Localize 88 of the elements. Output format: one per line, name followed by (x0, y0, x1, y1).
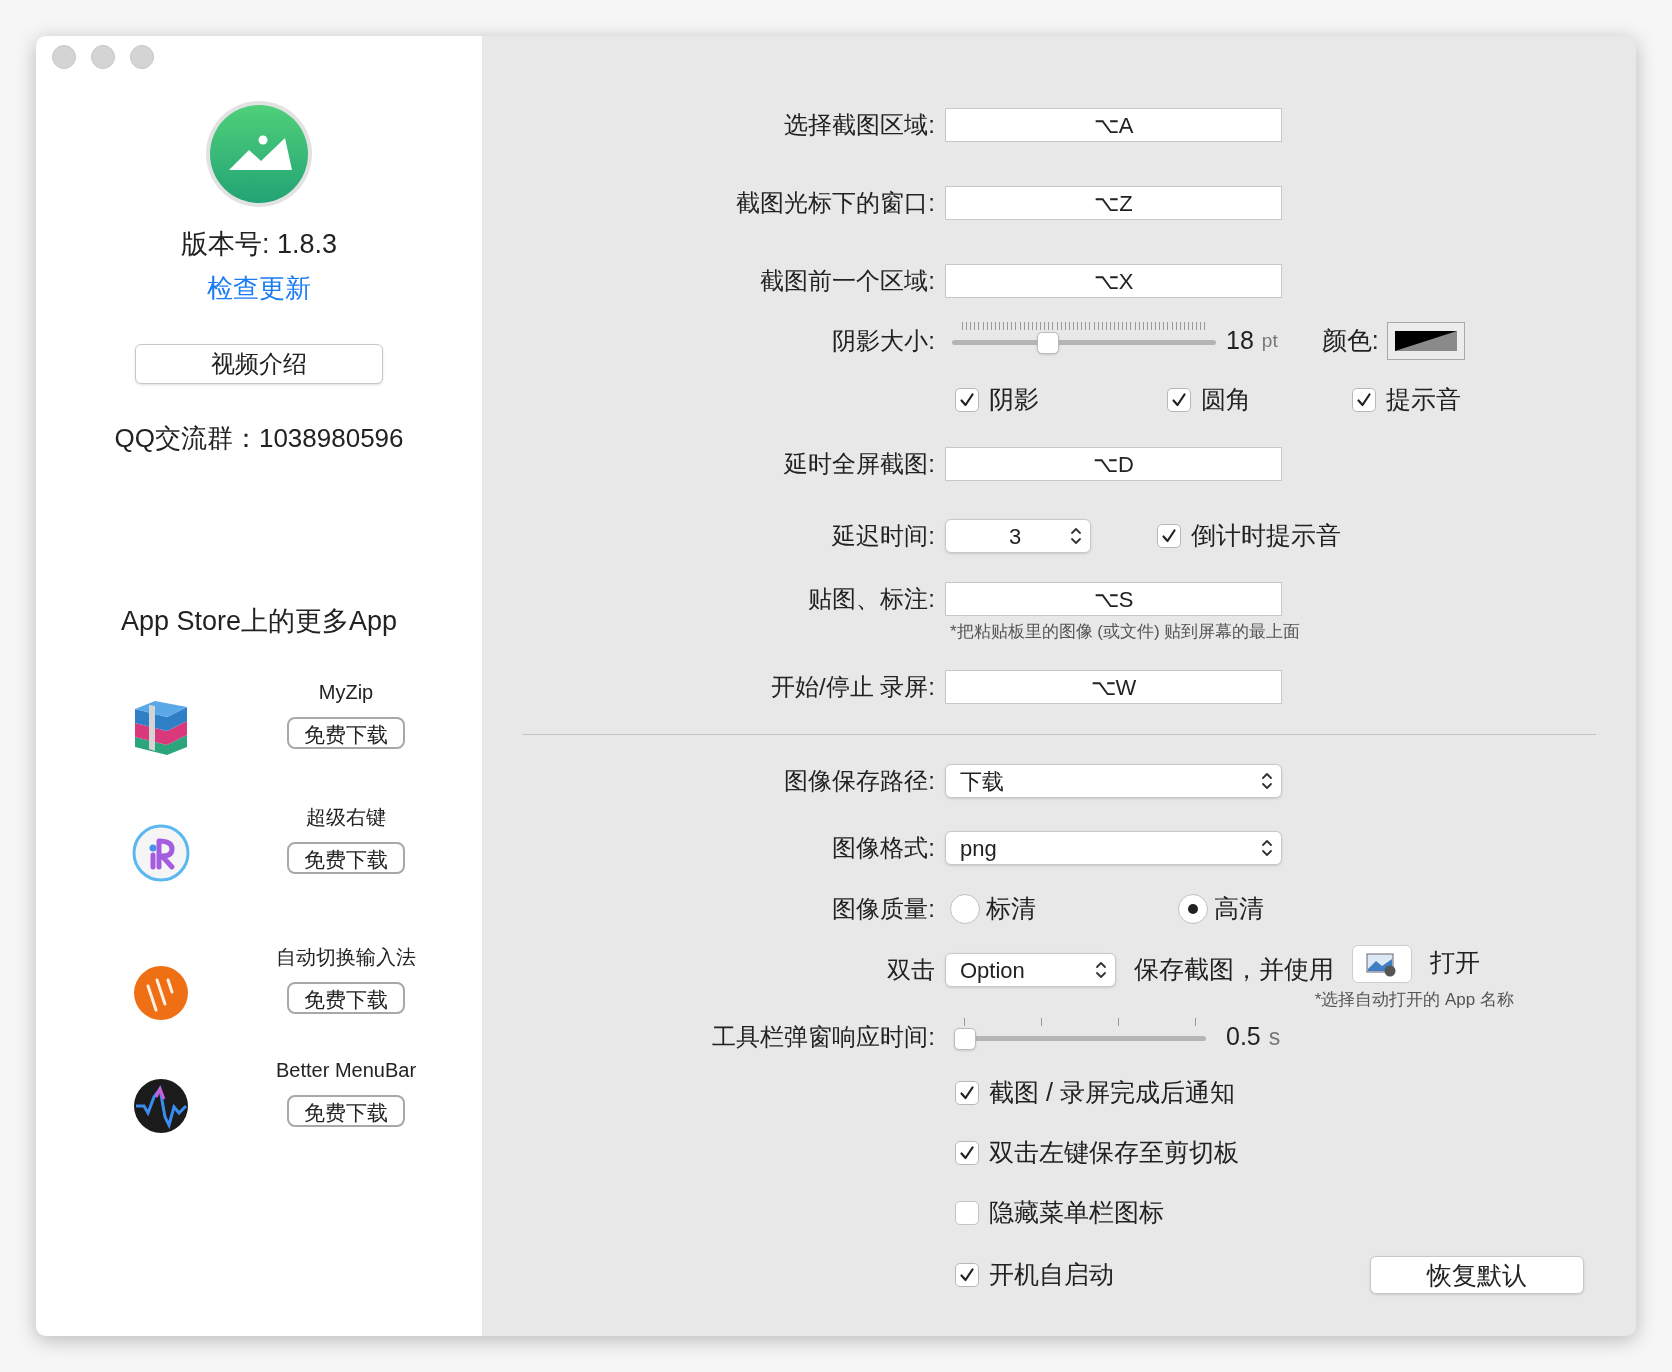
checkbox[interactable] (955, 1201, 979, 1225)
setting-label: 图像质量: (832, 894, 935, 924)
slider-value: 18 (1226, 325, 1254, 357)
setting-label: 图像格式: (832, 833, 935, 863)
download-button[interactable]: 免费下载 (287, 982, 405, 1014)
checkbox[interactable] (955, 1081, 979, 1105)
shortcut-field[interactable]: ⌥S (945, 582, 1282, 616)
setting-label: 选择截图区域: (784, 110, 935, 140)
checkmark-icon (959, 1267, 975, 1283)
setting-label: 双击 (887, 955, 935, 985)
slider-thumb[interactable] (1036, 332, 1059, 354)
checkmark-icon (1161, 528, 1177, 544)
shortcut-field[interactable]: ⌥W (945, 670, 1282, 704)
unit-label: s (1268, 1022, 1281, 1052)
setting-label: 颜色: (1321, 325, 1379, 357)
checkbox[interactable] (1167, 388, 1191, 412)
app-name: MyZip (318, 680, 374, 705)
setting-label: 贴图、标注: (808, 584, 935, 614)
round-app-icon (132, 964, 190, 1022)
unit-label: pt (1261, 328, 1278, 353)
app-name: 超级右键 (306, 805, 386, 830)
preview-app-icon (1366, 951, 1398, 977)
checkbox-label: 倒计时提示音 (1191, 520, 1341, 552)
slider[interactable] (952, 320, 1216, 354)
modifier-select[interactable]: Option (945, 953, 1116, 987)
version-text: 版本号: 1.8.3 (180, 228, 338, 261)
setting-label: 阴影大小: (832, 326, 935, 356)
reset-button[interactable]: 恢复默认 (1370, 1256, 1584, 1294)
app-name: Better MenuBar (275, 1058, 417, 1083)
setting-label: 图像保存路径: (784, 766, 935, 796)
color-well[interactable] (1386, 322, 1465, 360)
qq-group-text: QQ交流群：1038980596 (114, 421, 404, 455)
slider-thumb[interactable] (954, 1028, 976, 1050)
checkbox-label: 隐藏菜单栏图标 (989, 1197, 1164, 1229)
round-app-icon (132, 824, 190, 882)
updown-icon (1095, 960, 1107, 980)
setting-label: 工具栏弹窗响应时间: (712, 1022, 935, 1052)
setting-label: 延时全屏截图: (784, 449, 935, 479)
shortcut-field[interactable]: ⌥Z (945, 186, 1282, 220)
updown-icon (1261, 771, 1273, 791)
checkbox[interactable] (1157, 524, 1181, 548)
setting-text: 保存截图，并使用 (1134, 954, 1334, 986)
checkmark-icon (1356, 392, 1372, 408)
more-apps-title: App Store上的更多App (120, 604, 398, 638)
hint-text: *把粘贴板里的图像 (或文件) 贴到屏幕的最上面 (950, 621, 1302, 643)
checkbox[interactable] (1352, 388, 1376, 412)
checkbox-label: 双击左键保存至剪切板 (989, 1137, 1239, 1169)
radio-button[interactable] (1178, 894, 1208, 924)
radio-button[interactable] (950, 894, 980, 924)
checkmark-icon (959, 392, 975, 408)
shortcut-field[interactable]: ⌥X (945, 264, 1282, 298)
download-button[interactable]: 免费下载 (287, 717, 405, 749)
shortcut-field[interactable]: ⌥D (945, 447, 1282, 481)
setting-label: 延迟时间: (832, 521, 935, 551)
waveform-app-icon (132, 1077, 190, 1135)
app-picker-button[interactable] (1352, 945, 1412, 983)
checkmark-icon (1171, 392, 1187, 408)
radio-label: 标清 (986, 893, 1036, 925)
checkbox-label: 阴影 (989, 384, 1039, 416)
delay-stepper[interactable]: 3 (945, 519, 1091, 553)
slider-value: 0.5 (1226, 1021, 1261, 1053)
color-swatch-icon (1394, 331, 1457, 351)
checkbox[interactable] (955, 1263, 979, 1287)
updown-icon (1070, 526, 1082, 546)
shortcut-field[interactable]: ⌥A (945, 108, 1282, 142)
app-name: 自动切换输入法 (276, 945, 416, 970)
checkmark-icon (959, 1145, 975, 1161)
check-update-link[interactable]: 检查更新 (207, 268, 311, 308)
checkbox[interactable] (955, 388, 979, 412)
checkmark-icon (959, 1085, 975, 1101)
checkbox-label: 圆角 (1201, 384, 1251, 416)
download-button[interactable]: 免费下载 (287, 1095, 405, 1127)
radio-label: 高清 (1214, 893, 1264, 925)
setting-label: 截图前一个区域: (760, 266, 935, 296)
download-button[interactable]: 免费下载 (287, 842, 405, 874)
format-select[interactable]: png (945, 831, 1282, 865)
setting-label: 截图光标下的窗口: (736, 188, 935, 218)
checkbox-label: 提示音 (1386, 384, 1461, 416)
setting-label: 开始/停止 录屏: (771, 672, 935, 702)
slider[interactable] (954, 1016, 1206, 1050)
checkbox-label: 截图 / 录屏完成后通知 (989, 1077, 1235, 1109)
checkbox[interactable] (955, 1141, 979, 1165)
video-button[interactable]: 视频介绍 (135, 343, 383, 384)
hint-text: *选择自动打开的 App 名称 (1314, 991, 1514, 1009)
checkbox-label: 开机自启动 (989, 1259, 1114, 1291)
open-text: 打开 (1430, 947, 1480, 979)
folder-select[interactable]: 下载 (945, 764, 1282, 798)
updown-icon (1261, 838, 1273, 858)
